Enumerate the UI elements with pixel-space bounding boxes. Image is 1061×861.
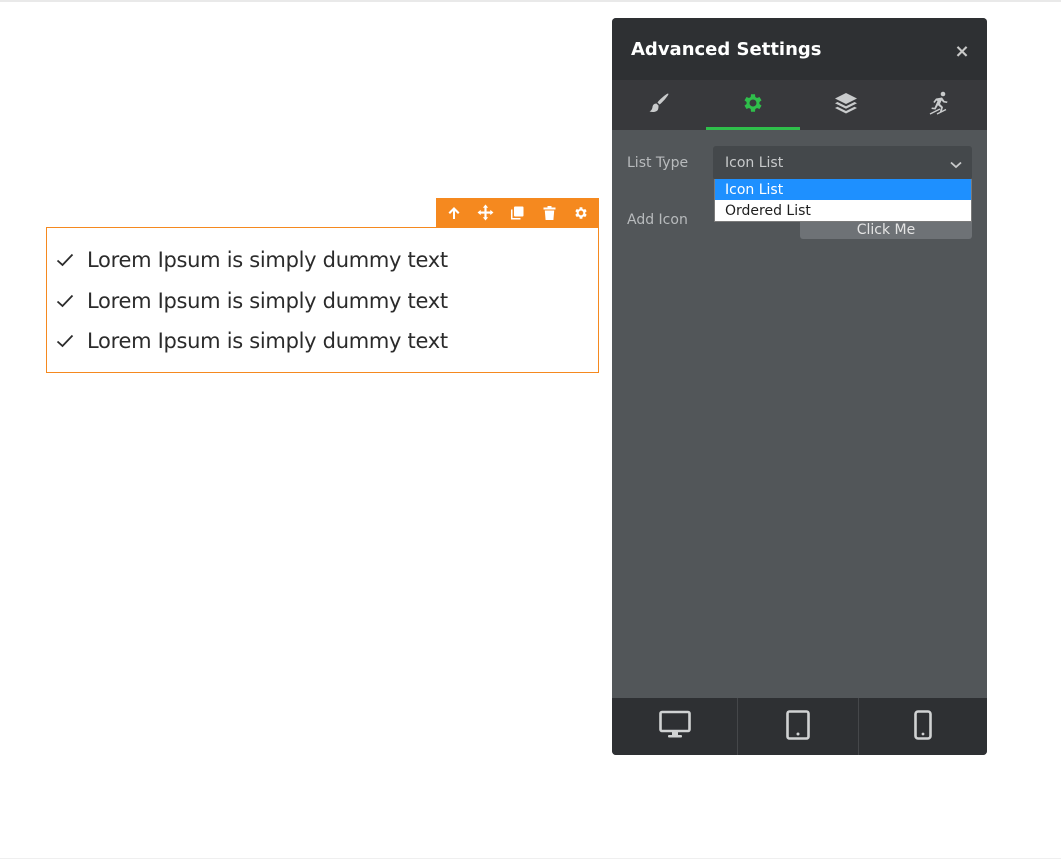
list-type-label: List Type: [627, 155, 689, 171]
icon-list-element[interactable]: Lorem Ipsum is simply dummy text Lorem I…: [46, 227, 599, 373]
element-toolbar: [436, 198, 599, 227]
list-item-text: Lorem Ipsum is simply dummy text: [87, 248, 448, 273]
panel-tabs: [612, 80, 987, 130]
copy-icon[interactable]: [506, 202, 528, 224]
device-desktop[interactable]: [612, 698, 738, 755]
chevron-down-icon: [950, 154, 962, 173]
list-item-text: Lorem Ipsum is simply dummy text: [87, 288, 448, 313]
gear-icon[interactable]: [570, 202, 592, 224]
motion-icon: [928, 90, 952, 120]
top-border: [0, 0, 1061, 2]
bottom-border: [0, 858, 1061, 859]
tab-layers[interactable]: [800, 80, 894, 130]
brush-icon: [647, 91, 671, 119]
advanced-settings-panel: Advanced Settings × List Type Icon List …: [612, 18, 987, 755]
gear-icon: [741, 91, 765, 119]
tab-style[interactable]: [612, 80, 706, 130]
list-type-dropdown: Icon List Ordered List: [714, 179, 972, 222]
trash-icon[interactable]: [538, 202, 560, 224]
desktop-icon: [658, 710, 691, 744]
arrow-up-icon[interactable]: [443, 202, 465, 224]
check-icon: [55, 250, 75, 270]
device-mobile[interactable]: [859, 698, 987, 755]
panel-header: Advanced Settings ×: [612, 18, 987, 80]
list-type-select[interactable]: Icon List: [713, 146, 972, 180]
tab-motion[interactable]: [893, 80, 987, 130]
close-icon[interactable]: ×: [954, 41, 969, 62]
move-icon[interactable]: [475, 202, 497, 224]
list-type-value: Icon List: [725, 155, 784, 171]
check-icon: [55, 331, 75, 351]
list-item: Lorem Ipsum is simply dummy text: [47, 281, 598, 322]
tablet-icon: [786, 709, 810, 744]
device-tablet[interactable]: [738, 698, 859, 755]
option-ordered-list[interactable]: Ordered List: [715, 200, 971, 221]
check-icon: [55, 291, 75, 311]
add-icon-label: Add Icon: [627, 212, 688, 228]
layers-icon: [833, 91, 859, 119]
list-item: Lorem Ipsum is simply dummy text: [47, 321, 598, 362]
list-item-text: Lorem Ipsum is simply dummy text: [87, 329, 448, 354]
device-bar: [612, 698, 987, 755]
option-icon-list[interactable]: Icon List: [715, 179, 971, 200]
panel-title: Advanced Settings: [631, 38, 822, 60]
tab-settings[interactable]: [705, 80, 800, 130]
list-item: Lorem Ipsum is simply dummy text: [47, 240, 598, 281]
mobile-icon: [914, 709, 932, 744]
